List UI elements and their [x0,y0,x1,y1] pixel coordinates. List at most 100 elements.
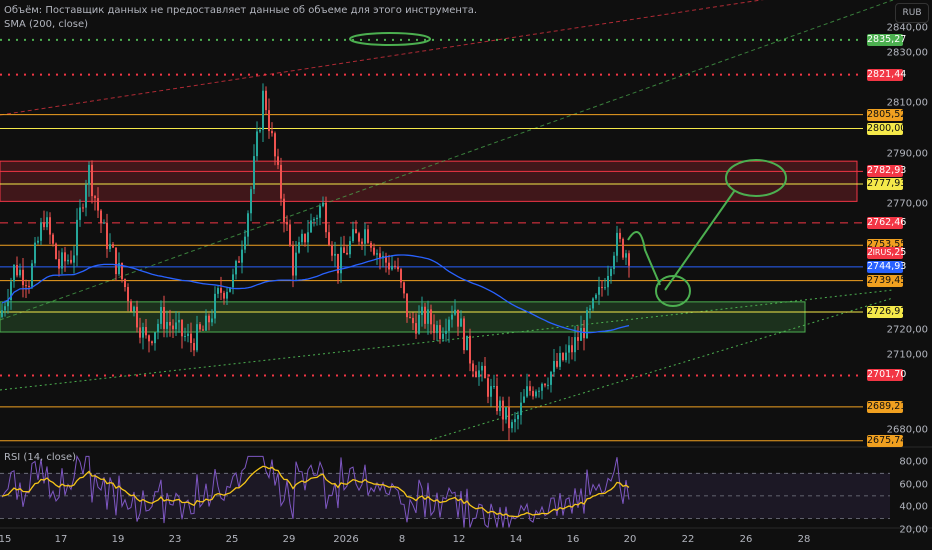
candle-body [304,233,306,243]
candle-body [328,232,330,245]
candle-body [553,360,555,372]
candle-body [292,245,294,276]
candle-body [496,386,498,412]
candle-body [343,247,345,253]
candle-body [160,307,162,324]
price-tag: 2835,27 [867,33,907,46]
candle-body [37,240,39,243]
candle-body [397,266,399,270]
candle-body [502,400,504,420]
candle-body [277,156,279,165]
candle-body [211,318,213,323]
price-tag: 2777,93 [867,177,907,190]
candle-body [316,217,318,220]
rsi-axis-label: 20,00 [899,524,928,536]
candle-body [217,288,219,294]
time-axis-label: 23 [168,534,182,545]
candle-body [31,263,33,287]
candle-body [130,301,132,312]
candle-body [151,341,153,344]
time-axis-label: 14 [509,534,523,545]
candle-body [187,333,189,336]
candle-body [184,335,186,337]
candle-body [370,242,372,248]
candle-body [298,242,300,253]
candle-body [148,335,150,342]
price-tag: 2701,70 [867,369,907,382]
candle-body [466,335,468,351]
price-tag: 2744,93 [867,260,907,273]
candle-body [454,309,456,315]
candle-body [100,210,102,224]
candle-body [451,314,453,320]
time-axis-label: 29 [282,534,296,545]
currency-button[interactable]: RUB [895,3,929,23]
candle-body [478,370,480,378]
candle-body [580,327,582,341]
candle-body [244,236,246,250]
candle-body [247,213,249,237]
candle-body [532,390,534,397]
time-axis-label: 20 [623,534,637,545]
time-axis-label: 12 [452,534,466,545]
sma-legend[interactable]: SMA (200, close) [4,18,477,32]
price-tag: 2739,45 [867,274,907,287]
time-axis-label: 2026 [333,534,359,545]
candle-body [226,291,228,299]
price-tag: 2821,44 [867,68,907,81]
candle-body [19,269,21,276]
rsi-axis-label: 60,00 [899,479,928,491]
price-tag: 2762,46 [867,216,907,229]
candle-body [40,222,42,241]
candle-body [592,298,594,309]
candle-body [448,319,450,331]
candle-body [55,243,57,260]
candle-body [421,306,423,315]
candle-body [628,253,630,266]
candle-body [544,383,546,386]
candle-body [436,325,438,334]
candle-body [604,287,606,289]
candle-body [505,407,507,420]
candle-body [607,275,609,288]
candle-body [487,378,489,397]
candle-body [103,222,105,224]
candle-body [241,249,243,263]
candle-body [85,184,87,208]
candle-body [205,315,207,331]
price-axis-label: 2810,00 [886,97,928,109]
candle-body [268,110,270,132]
candle-body [43,222,45,228]
candle-body [511,422,513,429]
candle-body [439,325,441,339]
candle-body [517,415,519,420]
candle-body [358,233,360,242]
candle-body [250,189,252,214]
candle-body [346,252,348,255]
candle-body [127,287,129,302]
candle-body [586,310,588,339]
candle-body [352,229,354,242]
chart-canvas[interactable] [0,0,932,550]
candle-body [484,365,486,379]
candle-body [220,288,222,293]
time-axis-label: 22 [681,534,695,545]
candle-body [235,261,237,275]
candle-body [139,327,141,338]
candle-body [622,238,624,258]
candle-body [280,164,282,199]
time-axis-label: 26 [739,534,753,545]
candle-body [619,232,621,239]
candle-body [403,282,405,294]
candle-body [91,164,93,197]
price-tag: 2782,93 [867,165,907,178]
drawing-arrow [627,189,736,291]
candle-body [136,306,138,328]
candle-body [565,352,567,361]
candle-body [271,131,273,134]
candle-body [625,253,627,258]
candle-body [76,219,78,256]
candle-body [472,363,474,372]
rsi-legend[interactable]: RSI (14, close) [4,452,76,463]
candle-body [46,217,48,228]
